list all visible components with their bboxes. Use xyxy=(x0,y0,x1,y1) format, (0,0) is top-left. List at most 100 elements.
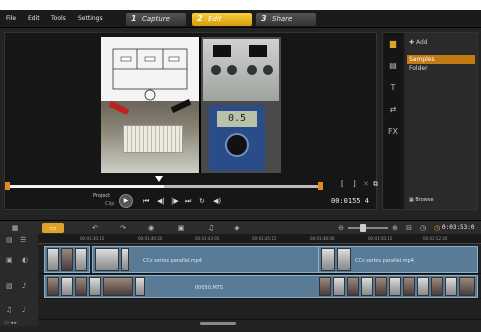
title-icon[interactable]: T xyxy=(387,83,399,93)
track-visibility-icon[interactable]: ◐ xyxy=(22,256,28,264)
probe-black xyxy=(170,99,192,113)
zoom-slider-handle[interactable] xyxy=(360,224,366,232)
zoom-in-icon[interactable]: ⊕ xyxy=(388,223,402,233)
add-folder-button[interactable]: ✚ Add xyxy=(409,39,428,46)
ruler-tick: 00:01:52:20 xyxy=(423,236,448,241)
record-capture-icon[interactable]: ◉ xyxy=(144,223,158,233)
go-to-start-icon[interactable]: ⏮ xyxy=(143,197,149,206)
menu-settings[interactable]: Settings xyxy=(78,15,103,22)
mark-in-bracket-icon[interactable]: [ xyxy=(341,180,344,188)
clip-thumbnail xyxy=(375,277,387,296)
clip-thumbnail xyxy=(459,277,475,296)
fx-filter-icon[interactable]: FX xyxy=(387,127,399,137)
folder-item-folder[interactable]: Folder xyxy=(407,65,428,72)
storyboard-view-icon[interactable]: ▦ xyxy=(8,223,22,233)
scrubber-bar[interactable] xyxy=(7,185,321,188)
repeat-icon[interactable]: ↻ xyxy=(199,197,205,205)
ruler-tick: 00:01:45:15 xyxy=(252,236,277,241)
clip-thumbnail xyxy=(103,277,133,296)
instant-project-icon[interactable]: ▤ xyxy=(387,61,399,71)
clip-filename: 00050.MTS xyxy=(195,285,224,291)
zoom-slider[interactable] xyxy=(348,227,388,229)
tab-capture[interactable]: 1 Capture xyxy=(126,13,186,26)
tab-share[interactable]: 3 Share xyxy=(256,13,316,26)
clip-thumbnail xyxy=(121,248,129,271)
step-number: 2 xyxy=(197,14,203,23)
preview-timecode[interactable]: 00:0155 4 xyxy=(331,197,369,205)
video-frame-left xyxy=(101,37,199,173)
video-preview[interactable]: 0.5 xyxy=(101,37,281,173)
browse-icon: ▦ xyxy=(409,197,414,203)
undo-icon[interactable]: ↶ xyxy=(88,223,102,233)
clip-thumbnail xyxy=(135,277,145,296)
video-track-icon[interactable]: ▣ xyxy=(6,256,13,264)
next-frame-icon[interactable]: |▶ xyxy=(171,197,179,205)
video-clip[interactable] xyxy=(44,246,90,273)
clip-thumbnail xyxy=(75,248,87,271)
overlay-track-icon[interactable]: ▧ xyxy=(6,282,13,290)
timeline-timecode[interactable]: 0:03:53:0 xyxy=(442,224,475,231)
sound-mixer-icon[interactable]: ▣ xyxy=(174,223,188,233)
mark-out-handle[interactable] xyxy=(318,182,323,190)
video-clip[interactable]: CCs series parallel.mp4 xyxy=(318,246,478,273)
psu-knob xyxy=(227,65,237,75)
clip-thumbnail xyxy=(361,277,373,296)
playhead-marker-icon[interactable] xyxy=(155,176,163,182)
video-track[interactable]: CCs series parallel.mp4 CCs series paral… xyxy=(38,246,481,274)
browse-button[interactable]: ▦ Browse xyxy=(409,197,434,203)
auto-music-icon[interactable]: ♫ xyxy=(204,223,218,233)
ruler-tick: 00:01:40:20 xyxy=(138,236,163,241)
track-manager-icon[interactable]: ☰ xyxy=(20,236,26,244)
library-folder-list: ✚ Add Samples Folder ▦ Browse xyxy=(405,33,477,209)
timeline-scrollbar[interactable] xyxy=(200,322,236,325)
redo-icon[interactable]: ↷ xyxy=(116,223,130,233)
go-to-end-icon[interactable]: ⏭ xyxy=(185,197,191,206)
clear-marks-icon[interactable]: ✕ xyxy=(363,180,369,188)
tab-edit-label: Edit xyxy=(208,15,222,23)
clip-thumbnail xyxy=(347,277,359,296)
project-label[interactable]: Project xyxy=(93,193,110,199)
mark-out-bracket-icon[interactable]: ] xyxy=(353,180,356,188)
volume-icon[interactable]: ◀) xyxy=(213,197,221,205)
breadboard-strip xyxy=(123,125,183,153)
multimeter-image: 0.5 xyxy=(209,105,265,171)
overlay-clip[interactable]: 00050.MTS xyxy=(44,275,478,298)
tab-edit[interactable]: 2 Edit xyxy=(192,13,252,26)
transition-icon[interactable]: ⇄ xyxy=(387,105,399,115)
clip-thumbnail xyxy=(417,277,429,296)
menu-file[interactable]: File xyxy=(6,15,16,22)
clip-thumbnail xyxy=(47,248,59,271)
voice-track-icon[interactable]: ♪ xyxy=(22,282,26,290)
previous-frame-icon[interactable]: ◀| xyxy=(157,197,165,205)
psu-knob xyxy=(211,65,221,75)
play-button[interactable]: ▶ xyxy=(119,194,133,208)
music-track-icon[interactable]: ♫ xyxy=(6,306,12,314)
mark-in-handle[interactable] xyxy=(5,182,10,190)
snapshot-icon[interactable]: ⧉ xyxy=(373,180,378,189)
timeline-ruler[interactable]: 00:01:30:10 00:01:40:20 00:01:43:05 00:0… xyxy=(38,234,481,244)
menu-edit[interactable]: Edit xyxy=(28,15,40,22)
clip-thumbnail xyxy=(389,277,401,296)
music-track[interactable] xyxy=(38,300,481,320)
music-note-icon[interactable]: ♩ xyxy=(22,306,25,314)
folder-item-samples[interactable]: Samples xyxy=(407,55,475,64)
video-clip[interactable]: CCs series parallel.mp4 xyxy=(92,246,354,273)
timeline-view-icon[interactable]: ▭ xyxy=(42,223,64,233)
fit-project-icon[interactable]: ⊟ xyxy=(402,223,416,233)
play-icon: ▶ xyxy=(123,197,129,204)
overlay-track[interactable]: 00050.MTS xyxy=(38,275,481,299)
zoom-out-icon[interactable]: ⊖ xyxy=(334,223,348,233)
show-all-tracks-icon[interactable]: ▤ xyxy=(6,236,13,244)
timeline-options-icon[interactable]: ▭ ◂ ▸ xyxy=(4,320,17,326)
menu-tools[interactable]: Tools xyxy=(51,15,66,22)
step-number: 3 xyxy=(261,14,267,23)
ruler-tick: 00:01:48:00 xyxy=(310,236,335,241)
clip-label[interactable]: Clip xyxy=(105,201,114,207)
motion-tracking-icon[interactable]: ◈ xyxy=(230,223,244,233)
tab-share-label: Share xyxy=(272,15,293,23)
library-panel: ▆ ▤ T ⇄ FX ✚ Add Samples Folder ▦ Browse xyxy=(382,32,478,210)
ruler-tick: 00:01:50:10 xyxy=(368,236,393,241)
clip-thumbnail xyxy=(431,277,443,296)
media-folder-icon[interactable]: ▆ xyxy=(387,39,399,49)
clip-thumbnail xyxy=(333,277,345,296)
